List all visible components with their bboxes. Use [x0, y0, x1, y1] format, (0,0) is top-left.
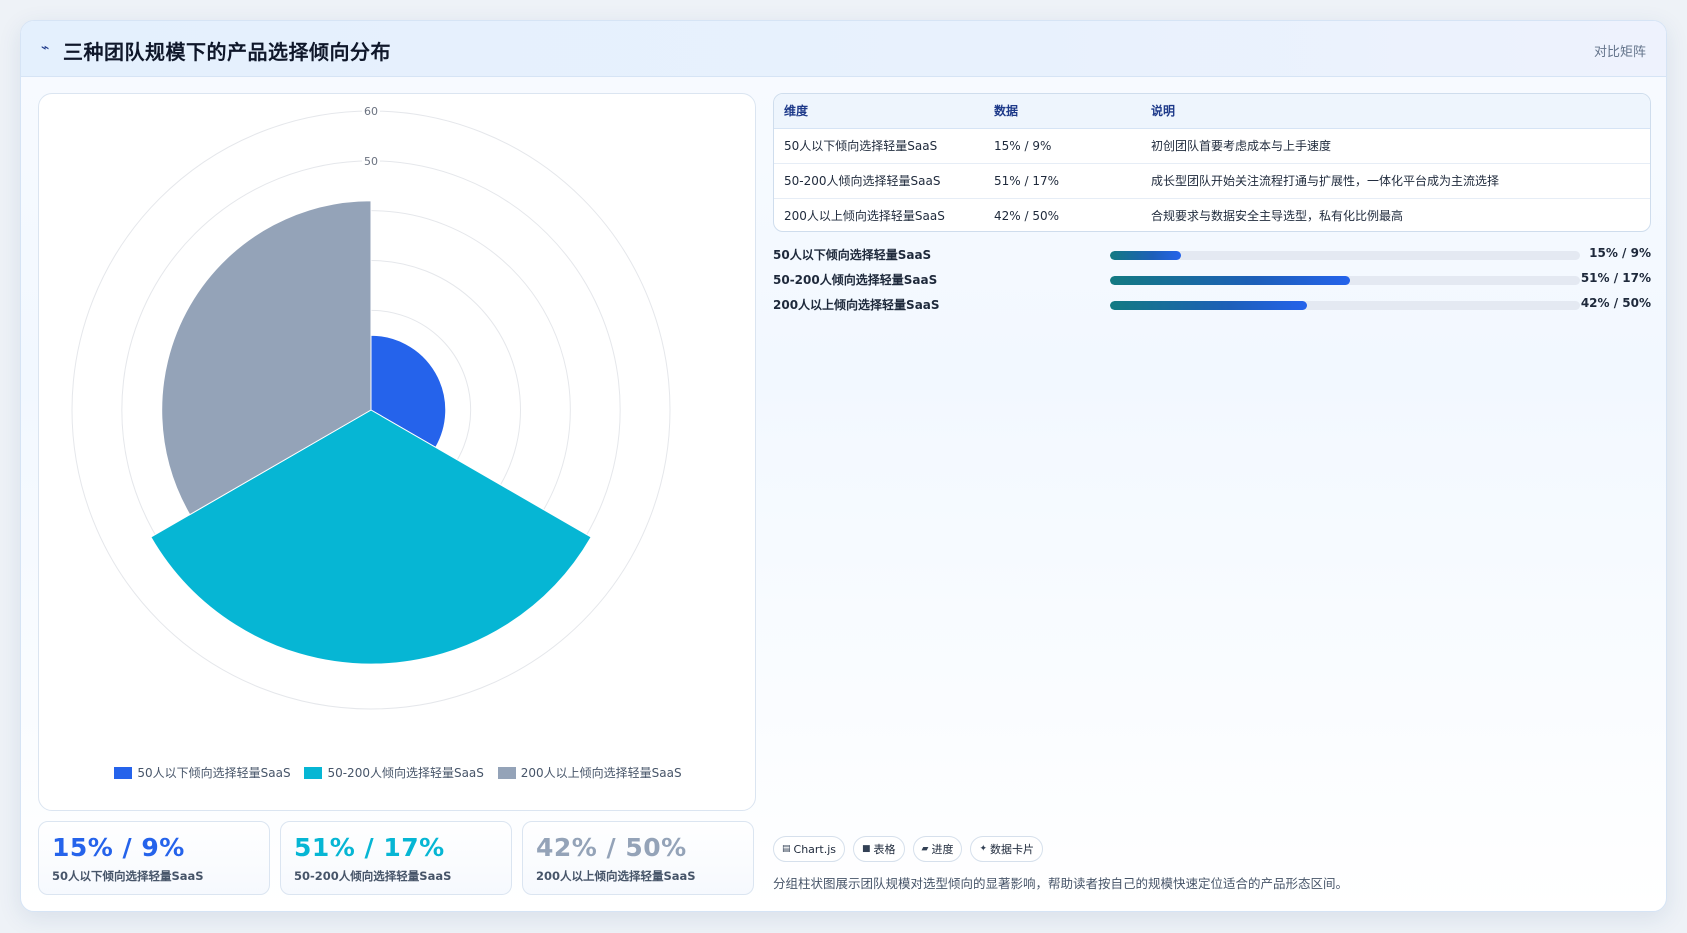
table-row: 200人以上倾向选择轻量SaaS 42% / 50% 合规要求与数据安全主导选型…	[774, 198, 1650, 231]
chip-progress[interactable]: ▰ 进度	[912, 836, 963, 862]
progress-row: 200人以上倾向选择轻量SaaS 42% / 50%	[773, 296, 1651, 321]
legend-item-over-200[interactable]: 200人以上倾向选择轻量SaaS	[497, 764, 682, 781]
chip-chartjs[interactable]: ▤ Chart.js	[773, 836, 846, 862]
column-header-data: 数据	[984, 94, 1141, 129]
progress-track	[1110, 301, 1580, 310]
card-icon: ✦	[979, 844, 988, 854]
legend-item-50-200[interactable]: 50-200人倾向选择轻量SaaS	[304, 764, 484, 781]
stat-value: 51% / 17%	[294, 833, 445, 862]
table-cell: 合规要求与数据安全主导选型，私有化比例最高	[1151, 209, 1404, 224]
table-cell: 成长型团队开始关注流程打通与扩展性，一体化平台成为主流选择	[1141, 163, 1650, 199]
main-card: ⌁ 三种团队规模下的产品选择倾向分布 对比矩阵 50 60 50人以下倾向选择轻量…	[20, 20, 1667, 912]
polar-area-chart: 50 60	[71, 104, 671, 710]
legend-item-under-50[interactable]: 50人以下倾向选择轻量SaaS	[114, 764, 291, 781]
table-cell: 50-200人倾向选择轻量SaaS	[774, 163, 984, 199]
progress-label: 50-200人倾向选择轻量SaaS	[773, 273, 938, 287]
progress-fill	[1110, 251, 1181, 260]
stat-card-under-50: 15% / 9% 50人以下倾向选择轻量SaaS	[38, 821, 270, 895]
progress-track	[1110, 276, 1580, 285]
card-header: ⌁ 三种团队规模下的产品选择倾向分布 对比矩阵	[21, 21, 1666, 77]
progress-fill	[1110, 301, 1308, 310]
table-cell: 42% / 50%	[994, 208, 1060, 223]
table-cell: 50人以下倾向选择轻量SaaS	[774, 128, 984, 164]
table-header-row: 维度 数据 说明	[774, 94, 1650, 129]
stat-card-50-200: 51% / 17% 50-200人倾向选择轻量SaaS	[280, 821, 512, 895]
stat-card-over-200: 42% / 50% 200人以上倾向选择轻量SaaS	[522, 821, 754, 895]
page-title: 三种团队规模下的产品选择倾向分布	[63, 40, 391, 64]
stat-label: 200人以上倾向选择轻量SaaS	[536, 869, 696, 883]
progress-row: 50人以下倾向选择轻量SaaS 15% / 9%	[773, 246, 1651, 271]
stat-label: 50-200人倾向选择轻量SaaS	[294, 869, 452, 883]
chart-line-icon: ⌁	[41, 40, 50, 56]
table-cell: 15% / 9%	[984, 128, 1141, 164]
r-tick-label: 60	[364, 105, 378, 118]
chip-label: 进度	[931, 843, 954, 856]
table-cell: 200人以上倾向选择轻量SaaS	[784, 209, 945, 224]
legend-swatch	[497, 766, 516, 779]
chart-legend: 50人以下倾向选择轻量SaaS 50-200人倾向选择轻量SaaS 200人以上…	[39, 764, 757, 782]
table-cell: 51% / 17%	[984, 163, 1141, 199]
progress-track	[1110, 251, 1580, 260]
chart-icon: ▤	[782, 844, 791, 854]
progress-value: 42% / 50%	[1580, 296, 1651, 310]
progress-label: 200人以上倾向选择轻量SaaS	[773, 298, 940, 312]
stat-value: 42% / 50%	[536, 833, 687, 862]
progress-fill	[1110, 276, 1350, 285]
progress-value: 51% / 17%	[1580, 271, 1651, 285]
chip-data-card[interactable]: ✦ 数据卡片	[970, 836, 1044, 862]
chip-label: 数据卡片	[990, 843, 1035, 856]
legend-label: 200人以上倾向选择轻量SaaS	[520, 766, 682, 780]
progress-label: 50人以下倾向选择轻量SaaS	[773, 248, 932, 262]
table-row: 50人以下倾向选择轻量SaaS 15% / 9% 初创团队首要考虑成本与上手速度	[774, 128, 1650, 164]
progress-icon: ▰	[921, 844, 929, 854]
chip-label: Chart.js	[793, 842, 837, 856]
table-cell: 初创团队首要考虑成本与上手速度	[1141, 128, 1650, 164]
matrix-tag: 对比矩阵	[1593, 45, 1646, 60]
legend-label: 50人以下倾向选择轻量SaaS	[137, 766, 291, 780]
column-header-dimension: 维度	[774, 94, 984, 129]
legend-swatch	[304, 766, 323, 779]
progress-list: 50人以下倾向选择轻量SaaS 15% / 9% 50-200人倾向选择轻量Sa…	[773, 246, 1651, 321]
legend-swatch	[114, 766, 133, 779]
chart-panel: 50 60 50人以下倾向选择轻量SaaS 50-200人倾向选择轻量SaaS 2…	[38, 93, 756, 811]
stat-value: 15% / 9%	[52, 833, 185, 862]
table-row: 50-200人倾向选择轻量SaaS 51% / 17% 成长型团队开始关注流程打…	[774, 163, 1650, 199]
r-tick-label: 50	[364, 155, 378, 168]
column-header-description: 说明	[1141, 94, 1650, 129]
table-icon: ■	[862, 844, 871, 854]
chart-description: 分组柱状图展示团队规模对选型倾向的显著影响，帮助读者按自己的规模快速定位适合的产…	[773, 876, 1349, 891]
data-table: 维度 数据 说明 50人以下倾向选择轻量SaaS 15% / 9% 初创团队首要…	[773, 93, 1651, 232]
stat-label: 50人以下倾向选择轻量SaaS	[52, 869, 204, 883]
chip-table[interactable]: ■ 表格	[853, 836, 905, 862]
feature-chips: ▤ Chart.js ■ 表格 ▰ 进度 ✦ 数据卡片	[773, 836, 1044, 862]
progress-row: 50-200人倾向选择轻量SaaS 51% / 17%	[773, 271, 1651, 296]
chip-label: 表格	[873, 843, 896, 856]
legend-label: 50-200人倾向选择轻量SaaS	[327, 766, 484, 780]
progress-value: 15% / 9%	[1589, 246, 1651, 260]
